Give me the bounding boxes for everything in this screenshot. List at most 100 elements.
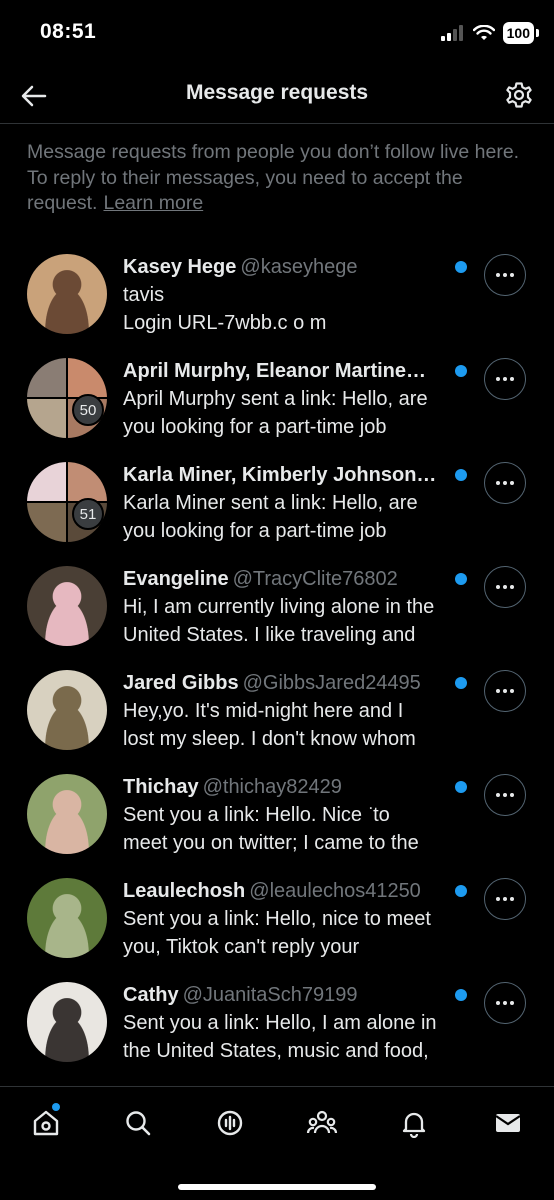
wifi-icon [472,25,495,40]
status-bar: 08:51 100 [0,0,554,66]
unread-indicator [455,261,467,273]
request-row[interactable]: Leaulechosh @leaulechos41250 Sent you a l… [0,864,554,968]
avatar-tile [27,399,66,438]
tab-messages[interactable] [484,1099,532,1147]
request-row[interactable]: Jared Gibbs @GibbsJared24495 Hey,yo. It's… [0,656,554,760]
sender-handle: @thichay82429 [202,776,342,798]
request-row[interactable]: Thichay @thichay82429 Sent you a link: He… [0,760,554,864]
spaces-icon [217,1110,243,1136]
unread-indicator [455,781,467,793]
unread-indicator [455,365,467,377]
message-preview-line: meet you on twitter; I came ͏to ͘the [123,832,419,854]
tab-search[interactable] [114,1099,162,1147]
message-preview-line: United States. I like traveling and [123,624,416,646]
sender-handle: @TracyClite76802 [232,568,398,590]
status-icons: 100 [440,22,540,44]
more-options-button[interactable] [484,254,526,296]
message-preview-line: you looking for a part-time job [123,416,387,438]
avatar [27,254,107,334]
avatar-tile [27,358,66,397]
request-row[interactable]: 50 April Murphy, Eleanor Martine… April … [0,344,554,448]
request-content: Karla Miner, Kimberly Johnson… Karla Min… [123,461,458,545]
message-preview-line: Hi, I am currently living alone in the [123,596,435,618]
message-preview-line: lost my sleep. I don't know whom [123,728,416,750]
request-content: Cathy @JuanitaSch79199 Sent you a link: H… [123,981,458,1065]
request-row[interactable]: Kasey Hege @kaseyhege tavis Login URL-7wbb… [0,240,554,344]
home-indicator [178,1184,376,1190]
unread-indicator [455,573,467,585]
gear-icon [506,82,532,108]
request-row[interactable]: Evangeline @TracyClite76802 Hi, I am curr… [0,552,554,656]
more-options-button[interactable] [484,566,526,608]
request-content: Evangeline @TracyClite76802 Hi, I am curr… [123,565,458,649]
more-horizontal-icon [495,585,516,589]
sender-name: Jared Gibbs [123,672,239,694]
request-content: Jared Gibbs @GibbsJared24495 Hey,yo. It's… [123,669,458,753]
tab-bar [0,1086,554,1200]
request-name-line: Leaulechosh @leaulechos41250 [123,877,458,905]
unread-indicator [455,469,467,481]
request-name-line: Karla Miner, Kimberly Johnson… [123,461,458,489]
more-options-button[interactable] [484,462,526,504]
communities-icon [306,1110,338,1134]
tab-home[interactable] [22,1099,70,1147]
sender-name: Thichay [123,776,199,798]
sender-name: April Murphy, Eleanor Martine… [123,360,426,382]
sender-handle: @kaseyhege [240,256,358,278]
more-horizontal-icon [495,897,516,901]
request-name-line: Thichay @thichay82429 [123,773,458,801]
cellular-signal-icon [440,25,463,41]
unread-indicator [455,885,467,897]
avatar [27,878,107,958]
more-options-button[interactable] [484,878,526,920]
tab-notifications[interactable] [390,1099,438,1147]
tab-spaces[interactable] [206,1099,254,1147]
request-name-line: Evangeline @TracyClite76802 [123,565,458,593]
more-horizontal-icon [495,481,516,485]
sender-name: Kasey Hege [123,256,237,278]
tab-communities[interactable] [298,1099,346,1147]
sender-handle: @leaulechos41250 [249,880,421,902]
learn-more-link[interactable]: Learn more [103,192,203,214]
message-preview-line: Sent you a link: Hello. Nice ͘ to [123,804,390,826]
message-preview-line: you, Tiktok can't reply your [123,936,360,958]
info-text: Message requests from people you don’t f… [27,140,537,217]
home-notification-dot [52,1103,60,1111]
request-name-line: Cathy @JuanitaSch79199 [123,981,458,1009]
avatar-tile [27,503,66,542]
home-icon [33,1110,59,1136]
battery-indicator: 100 [502,22,540,44]
request-name-line: Jared Gibbs @GibbsJared24495 [123,669,458,697]
message-preview-line: Sent you a link: Hello, I am alone in [123,1012,437,1034]
unread-indicator [455,677,467,689]
more-horizontal-icon [495,273,516,277]
sender-name: Cathy [123,984,179,1006]
avatar-tile [68,358,107,397]
notifications-icon [402,1112,426,1138]
request-row[interactable]: Cathy @JuanitaSch79199 Sent you a link: H… [0,968,554,1072]
message-preview-line: the United States, music and food, [123,1040,429,1062]
request-name-line: Kasey Hege @kaseyhege [123,253,458,281]
sender-name: Evangeline [123,568,229,590]
message-preview-line: tavis [123,284,165,306]
more-horizontal-icon [495,793,516,797]
request-content: Thichay @thichay82429 Sent you a link: He… [123,773,458,857]
sender-name: Karla Miner, Kimberly Johnson… [123,464,437,486]
avatar [27,670,107,750]
request-name-line: April Murphy, Eleanor Martine… [123,357,458,385]
requests-list: Kasey Hege @kaseyhege tavis Login URL-7wbb… [0,240,554,1072]
message-preview-line: Login URL-7wbb.c o m [123,312,327,334]
page-title: Message requests [185,81,369,104]
request-content: Kasey Hege @kaseyhege tavis Login URL-7wbb… [123,253,458,337]
header: Message requests [0,66,554,124]
more-options-button[interactable] [484,670,526,712]
more-options-button[interactable] [484,358,526,400]
request-row[interactable]: 51 Karla Miner, Kimberly Johnson… Karla … [0,448,554,552]
more-options-button[interactable] [484,774,526,816]
more-options-button[interactable] [484,982,526,1024]
avatar [27,566,107,646]
messages-icon [495,1114,521,1132]
avatar-tile [68,462,107,501]
settings-button[interactable] [500,76,538,114]
sender-handle: @JuanitaSch79199 [182,984,358,1006]
